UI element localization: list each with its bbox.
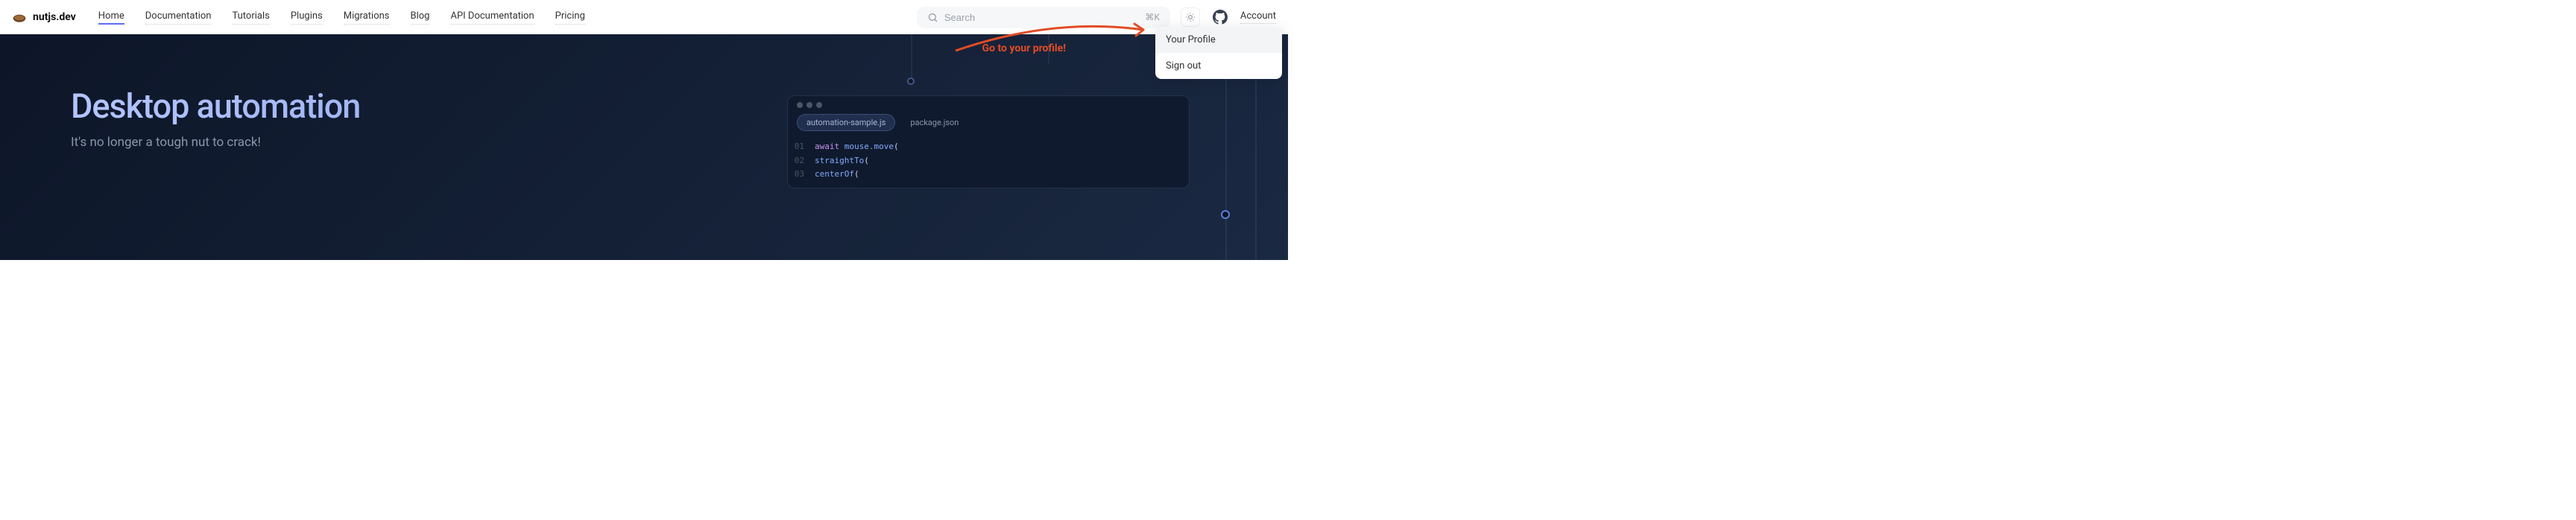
github-icon: [1213, 10, 1228, 25]
nav-plugins[interactable]: Plugins: [291, 10, 323, 25]
line-number: 01: [788, 140, 815, 154]
line-number: 03: [788, 168, 815, 182]
line-number: 02: [788, 154, 815, 168]
code-tabs: automation-sample.js package.json: [788, 114, 1189, 137]
line-content: straightTo(: [815, 154, 869, 168]
dropdown-sign-out[interactable]: Sign out: [1155, 53, 1282, 79]
window-dot-icon: [806, 102, 812, 108]
code-line: 02 straightTo(: [788, 154, 1189, 168]
search-icon: [927, 12, 938, 23]
code-card: automation-sample.js package.json 01awai…: [787, 95, 1190, 188]
code-line: 01await mouse.move(: [788, 140, 1189, 154]
github-link[interactable]: [1210, 7, 1230, 27]
dropdown-your-profile[interactable]: Your Profile: [1155, 27, 1282, 53]
nav-tutorials[interactable]: Tutorials: [232, 10, 269, 25]
code-tab-package[interactable]: package.json: [901, 115, 967, 130]
code-tab-sample[interactable]: automation-sample.js: [797, 114, 895, 131]
code-body: 01await mouse.move(02 straightTo(03 cent…: [788, 137, 1189, 188]
nav-home[interactable]: Home: [98, 10, 124, 25]
window-dot-icon: [797, 102, 803, 108]
line-content: centerOf(: [815, 168, 859, 182]
theme-toggle-button[interactable]: [1181, 7, 1200, 27]
code-titlebar: [788, 96, 1189, 114]
nav-api-documentation[interactable]: API Documentation: [450, 10, 534, 25]
nut-logo-icon: [12, 10, 27, 25]
line-content: await mouse.move(: [815, 140, 899, 154]
code-line: 03 centerOf(: [788, 168, 1189, 182]
nav-documentation[interactable]: Documentation: [145, 10, 212, 25]
nav-pricing[interactable]: Pricing: [555, 10, 585, 25]
account-link[interactable]: Account: [1240, 10, 1276, 24]
annotation-arrow: [948, 21, 1157, 61]
annotation-text: Go to your profile!: [982, 42, 1066, 54]
account-dropdown: Your Profile Sign out: [1155, 27, 1282, 79]
nav-migrations[interactable]: Migrations: [344, 10, 390, 25]
brand[interactable]: nutjs.dev: [12, 10, 76, 25]
brand-name: nutjs.dev: [33, 11, 76, 23]
main-nav: Home Documentation Tutorials Plugins Mig…: [98, 10, 585, 25]
nav-blog[interactable]: Blog: [411, 10, 430, 25]
sun-icon: [1185, 12, 1196, 22]
hero-section: Desktop automation It's no longer a toug…: [0, 34, 1288, 260]
window-dot-icon: [816, 102, 822, 108]
